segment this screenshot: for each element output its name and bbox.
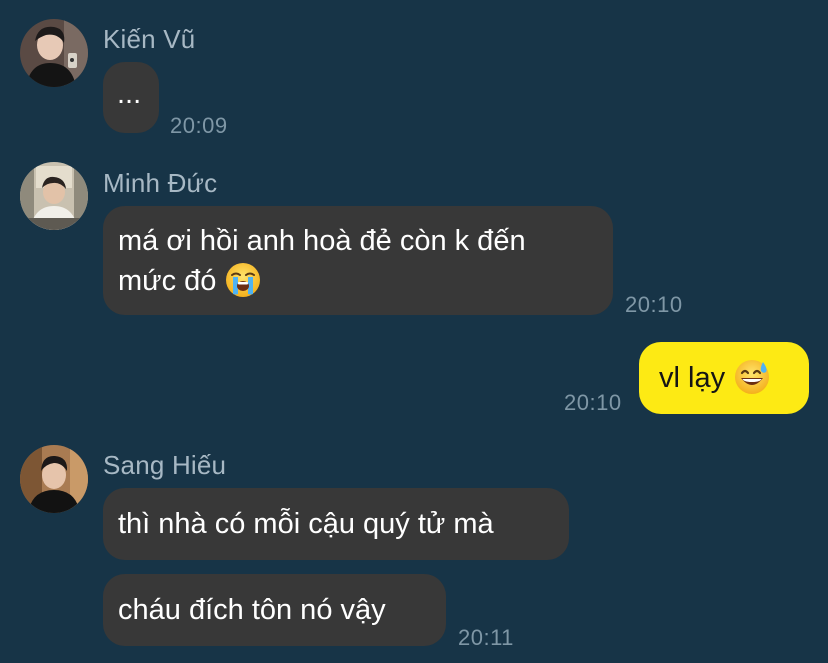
message-text: cháu đích tôn nó vậy: [118, 594, 386, 626]
message-timestamp: 20:10: [625, 292, 683, 317]
message-text: thì nhà có mỗi cậu quý tử mà: [118, 508, 494, 540]
message-text: vl lạy: [659, 362, 726, 394]
chat-message-list[interactable]: Kiến Vũ ... 20:09 Minh Đức má ơi hồi anh…: [0, 0, 828, 663]
message-text: mức đó: [118, 265, 217, 297]
message-timestamp: 20:09: [170, 113, 228, 138]
sender-name: Minh Đức: [103, 168, 218, 198]
message-text: má ơi hồi anh hoà đẻ còn k đến: [118, 225, 526, 257]
message-bubble[interactable]: thì nhà có mỗi cậu quý tử mà: [103, 488, 569, 560]
message-timestamp: 20:11: [458, 625, 514, 650]
avatar-sang-hieu[interactable]: [20, 445, 88, 513]
sender-name: Sang Hiếu: [103, 450, 227, 480]
avatar-kien-vu[interactable]: [20, 19, 88, 87]
message-text-line: mức đó: [118, 261, 613, 301]
avatar-minh-duc[interactable]: [20, 162, 88, 230]
my-message-bubble[interactable]: vl lạy: [639, 342, 809, 414]
message-bubble[interactable]: cháu đích tôn nó vậy: [103, 574, 446, 646]
message-bubble[interactable]: ...: [103, 62, 159, 133]
grinning-face-with-sweat-icon: [733, 358, 771, 396]
sender-name: Kiến Vũ: [103, 24, 196, 54]
message-bubble[interactable]: má ơi hồi anh hoà đẻ còn k đến mức đó: [103, 206, 613, 315]
loudly-crying-face-icon: [224, 261, 262, 299]
message-text: ...: [117, 78, 142, 110]
message-timestamp: 20:10: [564, 390, 622, 415]
